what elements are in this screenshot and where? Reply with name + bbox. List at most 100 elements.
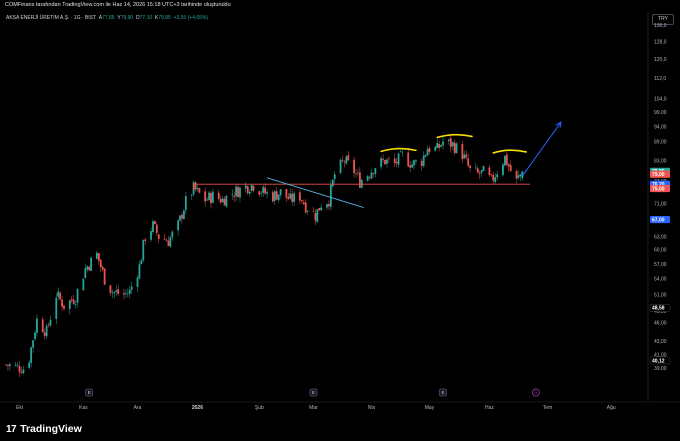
candle-body <box>366 176 369 181</box>
y-tick-label: 128,0 <box>654 39 667 45</box>
candle-body <box>285 189 288 198</box>
candle-body <box>504 155 506 166</box>
candle-body <box>519 174 522 177</box>
candle-body <box>451 142 454 146</box>
candle-body <box>206 199 209 201</box>
candle-body <box>68 300 71 309</box>
candle-body <box>128 289 131 294</box>
candle-body <box>401 151 404 153</box>
candle-body <box>140 260 143 265</box>
candle-body <box>194 182 197 190</box>
candle-body <box>237 187 239 198</box>
candle-body <box>179 215 181 221</box>
candle-body <box>113 291 116 293</box>
candle-body <box>138 264 141 279</box>
candle-body <box>461 144 464 160</box>
y-tick-label: 46,00 <box>654 321 667 327</box>
candle-body <box>357 172 359 174</box>
candle-body <box>111 292 114 294</box>
candle-body <box>5 364 7 366</box>
top-arc <box>436 133 473 139</box>
candle-body <box>490 174 493 176</box>
x-tick-label: Nis <box>368 405 376 411</box>
y-tick-label: 54,00 <box>654 277 667 283</box>
candle-body <box>183 210 185 219</box>
candle-body <box>505 154 508 165</box>
candle-body <box>507 164 510 167</box>
candle-body <box>20 372 23 374</box>
candle-body <box>447 139 450 141</box>
y-tick-label: 60,00 <box>654 248 667 254</box>
candle-body <box>84 268 87 278</box>
candle-body <box>152 221 154 232</box>
candle-body <box>339 159 342 174</box>
candle-body <box>163 238 166 240</box>
x-tick-label: Tem <box>543 405 552 411</box>
candle-body <box>244 185 247 189</box>
candle-body <box>155 224 158 234</box>
candle-body <box>136 277 139 287</box>
candle-body <box>248 191 251 194</box>
candle-body <box>126 293 129 295</box>
candle-body <box>250 184 253 191</box>
candle-body <box>299 192 301 201</box>
candle-body <box>436 142 439 149</box>
y-tick-label: 43,00 <box>654 339 667 345</box>
candle-body <box>32 340 34 348</box>
candle-body <box>262 186 265 193</box>
candle-body <box>70 299 73 301</box>
candle-body <box>130 286 133 290</box>
candle-body <box>409 165 412 168</box>
y-tick-label: 57,00 <box>654 262 667 268</box>
candle-body <box>41 319 44 333</box>
candle-body <box>331 179 334 187</box>
price-badge-label: 48,58 <box>652 306 665 312</box>
price-badge-label: 75,00 <box>652 186 665 192</box>
candle-body <box>287 196 290 200</box>
candle-body <box>258 191 261 195</box>
candle-body <box>109 285 112 293</box>
candle-body <box>43 332 46 336</box>
x-tick-label: Ara <box>134 405 142 411</box>
candle-body <box>424 154 427 157</box>
candle-body <box>494 177 497 182</box>
candle-body <box>47 324 50 326</box>
candle-body <box>18 365 21 372</box>
candle-body <box>167 240 170 247</box>
candle-body <box>347 155 350 161</box>
candle-body <box>428 147 431 152</box>
price-chart[interactable]: 136,0 128,0 120,0 112,0 104,0 99,00 94,00 89,00… <box>0 0 680 441</box>
y-tick-label: 51,00 <box>654 292 667 298</box>
candle-body <box>115 290 118 292</box>
candle-body <box>397 153 400 165</box>
candle-body <box>279 189 282 196</box>
candle-body <box>225 195 228 207</box>
candle-body <box>328 203 330 207</box>
candle-body <box>30 347 33 363</box>
candle-body <box>393 158 396 164</box>
y-tick-label: 120,0 <box>654 57 667 63</box>
candle-body <box>316 209 319 222</box>
candle-body <box>320 207 323 211</box>
candle-body <box>453 142 456 154</box>
candle-body <box>82 278 85 291</box>
candle-body <box>252 185 255 191</box>
price-badge-label: 67,00 <box>652 217 665 223</box>
y-tick-label: 71,00 <box>654 201 667 207</box>
footer: 17 TradingView <box>6 421 82 437</box>
candle-body <box>465 154 468 158</box>
y-tick-label: 112,0 <box>654 76 666 82</box>
y-tick-label: 94,00 <box>654 124 667 130</box>
candle-body <box>142 239 145 261</box>
candle-body <box>386 159 388 164</box>
candle-body <box>302 202 305 204</box>
candle-body <box>496 174 499 178</box>
y-tick-label: 83,00 <box>654 159 667 165</box>
candle-body <box>289 193 292 199</box>
candle-body <box>422 155 425 166</box>
candle-body <box>196 187 199 189</box>
candle-body <box>239 187 241 198</box>
candle-body <box>329 184 332 207</box>
candle-body <box>177 220 180 231</box>
candle-body <box>97 253 100 261</box>
